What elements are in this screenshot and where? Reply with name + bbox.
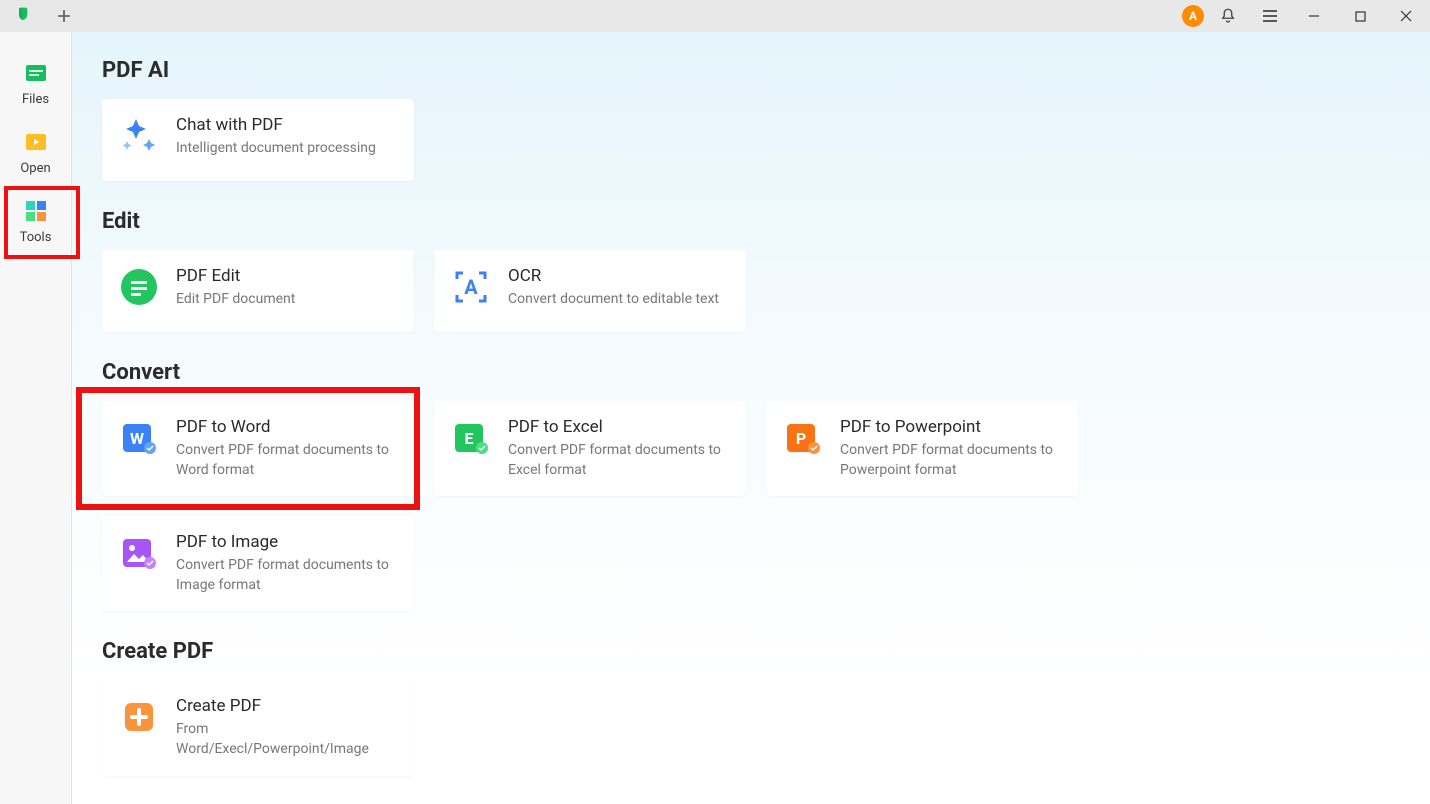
card-create-pdf[interactable]: Create PDF From Word/Execl/Powerpoint/Im… <box>102 680 414 775</box>
cards-row: PDF Edit Edit PDF document A OCR Convert… <box>102 250 1402 332</box>
pdf-edit-icon <box>118 266 160 308</box>
files-icon <box>23 60 49 86</box>
card-desc: Intelligent document processing <box>176 139 396 159</box>
section-title: Convert <box>102 360 1402 385</box>
card-text: PDF to Powerpoint Convert PDF format doc… <box>840 417 1060 480</box>
card-text: Create PDF From Word/Execl/Powerpoint/Im… <box>176 696 396 759</box>
create-pdf-icon <box>118 696 160 738</box>
card-title: PDF to Powerpoint <box>840 417 1060 437</box>
card-text: PDF Edit Edit PDF document <box>176 266 396 310</box>
app-logo <box>0 0 48 32</box>
main-content: PDF AI Chat with PDF Intelligent documen… <box>72 32 1430 804</box>
new-tab-button[interactable] <box>48 0 80 32</box>
user-avatar[interactable]: A <box>1182 5 1204 27</box>
card-pdf-to-excel[interactable]: E PDF to Excel Convert PDF format docume… <box>434 401 746 496</box>
cards-row: Chat with PDF Intelligent document proce… <box>102 99 1402 181</box>
card-title: PDF to Image <box>176 532 396 552</box>
cards-row: Create PDF From Word/Execl/Powerpoint/Im… <box>102 680 1402 775</box>
card-chat-with-pdf[interactable]: Chat with PDF Intelligent document proce… <box>102 99 414 181</box>
sidebar-label: Files <box>22 92 49 107</box>
card-pdf-to-word[interactable]: W PDF to Word Convert PDF format documen… <box>102 401 414 496</box>
sidebar: Files Open Tools <box>0 32 72 804</box>
card-ocr[interactable]: A OCR Convert document to editable text <box>434 250 746 332</box>
card-text: PDF to Word Convert PDF format documents… <box>176 417 396 480</box>
sidebar-item-files[interactable]: Files <box>0 50 72 119</box>
sidebar-label: Open <box>20 161 50 176</box>
image-icon <box>118 532 160 574</box>
body: Files Open Tools PDF AI <box>0 32 1430 804</box>
close-button[interactable] <box>1386 0 1426 32</box>
maximize-button[interactable] <box>1340 0 1380 32</box>
card-desc: Convert document to editable text <box>508 290 728 310</box>
minimize-button[interactable] <box>1294 0 1334 32</box>
card-title: PDF to Excel <box>508 417 728 437</box>
card-title: OCR <box>508 266 728 286</box>
card-text: OCR Convert document to editable text <box>508 266 728 310</box>
svg-text:A: A <box>464 275 478 299</box>
notifications-button[interactable] <box>1210 0 1246 32</box>
card-title: Chat with PDF <box>176 115 396 135</box>
excel-icon: E <box>450 417 492 459</box>
card-title: PDF Edit <box>176 266 396 286</box>
card-title: PDF to Word <box>176 417 396 437</box>
section-title: Edit <box>102 209 1402 234</box>
card-desc: Convert PDF format documents to Image fo… <box>176 556 396 595</box>
card-pdf-edit[interactable]: PDF Edit Edit PDF document <box>102 250 414 332</box>
card-pdf-to-image[interactable]: PDF to Image Convert PDF format document… <box>102 516 414 611</box>
menu-button[interactable] <box>1252 0 1288 32</box>
section-title: Create PDF <box>102 639 1402 664</box>
card-desc: Convert PDF format documents to Powerpoi… <box>840 441 1060 480</box>
tools-icon <box>23 198 49 224</box>
chat-ai-icon <box>118 115 160 157</box>
sidebar-label: Tools <box>20 230 52 245</box>
section-create-pdf: Create PDF Create PDF From Word/Execl/Po… <box>102 639 1402 775</box>
svg-text:E: E <box>465 429 474 448</box>
open-icon <box>23 129 49 155</box>
svg-text:P: P <box>796 429 806 448</box>
sidebar-item-open[interactable]: Open <box>0 119 72 188</box>
card-desc: Convert PDF format documents to Word for… <box>176 441 396 480</box>
card-desc: Convert PDF format documents to Excel fo… <box>508 441 728 480</box>
title-bar-right: A <box>1182 0 1430 32</box>
title-bar-left <box>0 0 80 32</box>
section-edit: Edit PDF Edit Edit PDF document <box>102 209 1402 332</box>
section-convert: Convert W PDF to Word Convert PDF format… <box>102 360 1402 611</box>
card-text: Chat with PDF Intelligent document proce… <box>176 115 396 159</box>
card-text: PDF to Image Convert PDF format document… <box>176 532 396 595</box>
word-icon: W <box>118 417 160 459</box>
card-desc: Edit PDF document <box>176 290 396 310</box>
card-desc: From Word/Execl/Powerpoint/Image <box>176 720 396 759</box>
svg-text:W: W <box>130 429 144 448</box>
sidebar-item-tools[interactable]: Tools <box>0 188 72 257</box>
card-title: Create PDF <box>176 696 396 716</box>
section-pdf-ai: PDF AI Chat with PDF Intelligent documen… <box>102 58 1402 181</box>
section-title: PDF AI <box>102 58 1402 83</box>
ocr-icon: A <box>450 266 492 308</box>
cards-row: W PDF to Word Convert PDF format documen… <box>102 401 1402 611</box>
card-pdf-to-powerpoint[interactable]: P PDF to Powerpoint Convert PDF format d… <box>766 401 1078 496</box>
title-bar: A <box>0 0 1430 32</box>
card-text: PDF to Excel Convert PDF format document… <box>508 417 728 480</box>
powerpoint-icon: P <box>782 417 824 459</box>
